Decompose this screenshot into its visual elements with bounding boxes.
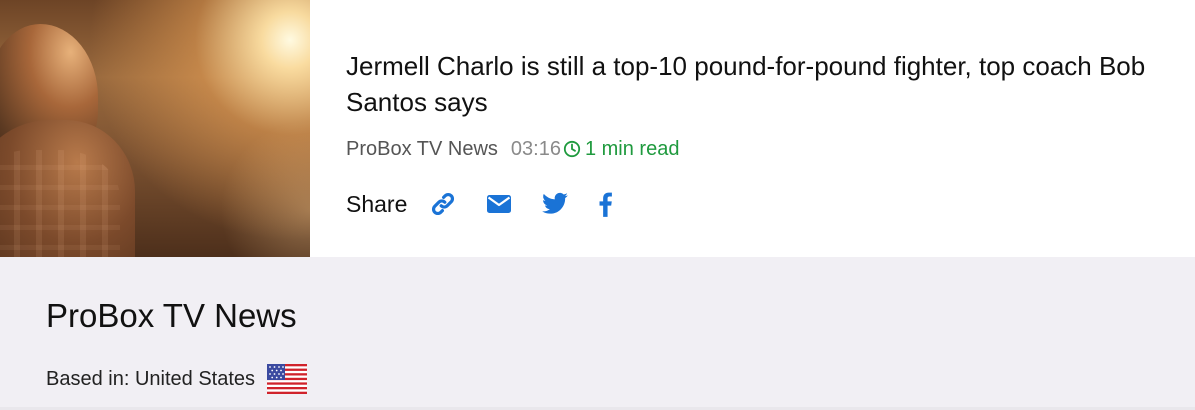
read-time: 1 min read: [584, 137, 680, 160]
source-name[interactable]: ProBox TV News: [46, 297, 297, 335]
source-info-panel: ProBox TV News Based in: United States: [0, 257, 1195, 410]
shirt-pattern: [0, 150, 120, 257]
article-meta: ProBox TV News 03:16 1 min read: [346, 136, 679, 162]
source-location: Based in: United States: [46, 363, 308, 395]
article-title[interactable]: Jermell Charlo is still a top-10 pound-f…: [346, 48, 1176, 120]
article-source[interactable]: ProBox TV News: [346, 138, 498, 161]
envelope-icon[interactable]: [485, 190, 513, 218]
facebook-icon[interactable]: [591, 190, 619, 218]
us-flag-icon: [267, 364, 308, 394]
link-icon[interactable]: [429, 190, 457, 218]
share-label: Share: [346, 190, 408, 217]
share-bar: Share: [346, 186, 619, 222]
article-time: 03:16: [510, 137, 561, 160]
clock-icon: [563, 140, 581, 158]
based-in-text: Based in: United States: [46, 367, 256, 390]
twitter-icon[interactable]: [541, 190, 569, 218]
article-thumbnail[interactable]: [0, 0, 310, 257]
bokeh-glow: [220, 120, 310, 257]
article-card: Jermell Charlo is still a top-10 pound-f…: [0, 0, 1195, 257]
